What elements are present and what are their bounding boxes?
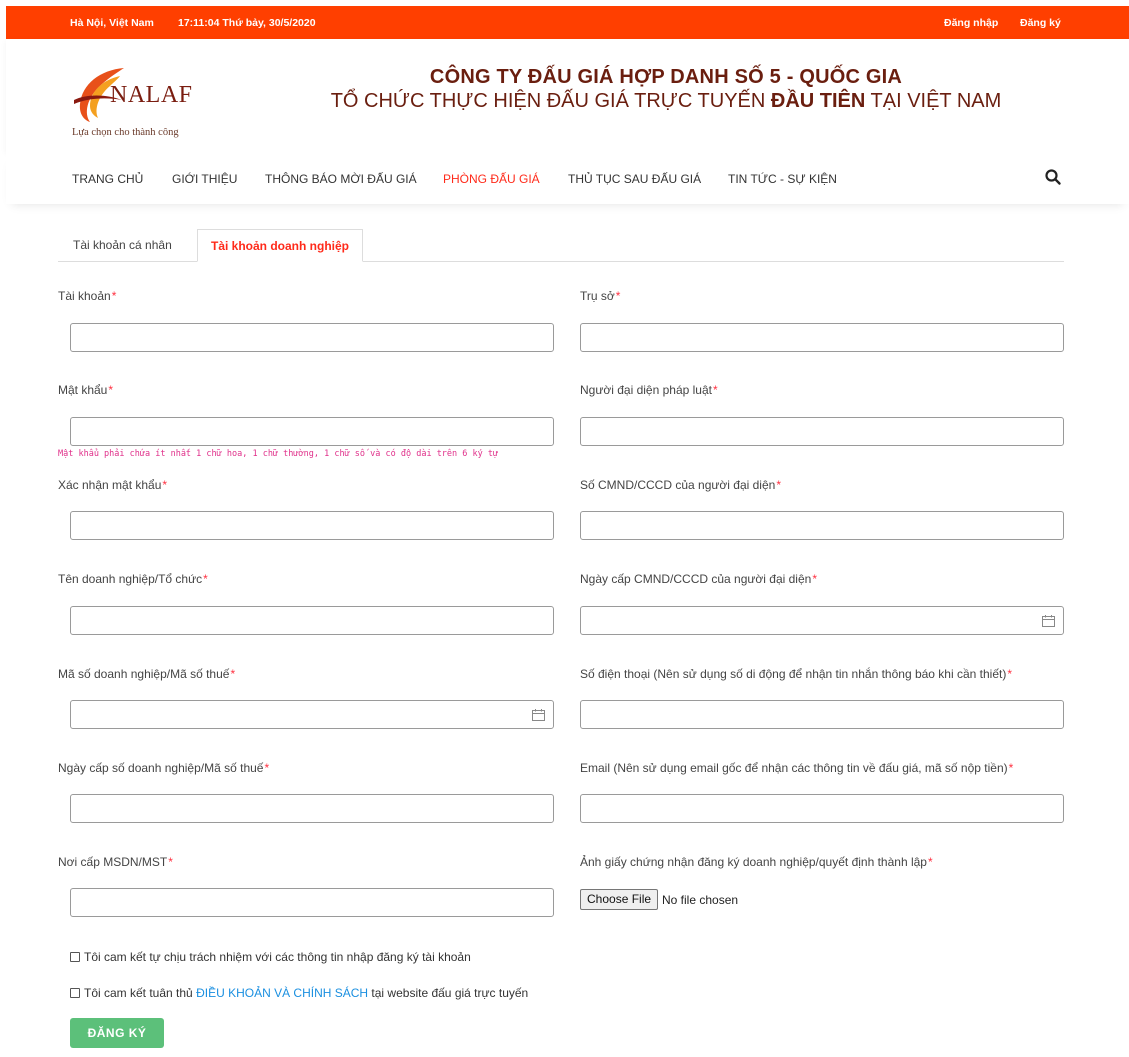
logo-text: NALAF <box>110 82 193 108</box>
terms-prefix: Tôi cam kết tuân thủ <box>84 986 197 1000</box>
tagline-prefix: TỔ CHỨC THỰC HIỆN ĐẤU GIÁ TRỰC TUYẾN <box>330 90 771 112</box>
choose-file-button[interactable]: Choose File <box>580 889 659 910</box>
main-nav: TRANG CHỦ GIỚI THIỆU THÔNG BÁO MỜI ĐẤU G… <box>6 152 1129 204</box>
nav-item-news[interactable]: TIN TỨC - SỰ KIỆN <box>728 172 837 186</box>
required-marker: * <box>812 572 817 586</box>
account-input[interactable] <box>70 323 554 352</box>
top-bar: Hà Nội, Việt Nam 17:11:04 Thứ bảy, 30/5/… <box>6 6 1129 39</box>
tax-code-date-label-text: Ngày cấp số doanh nghiệp/Mã số thuế <box>58 761 264 775</box>
email-label-text: Email (Nên sử dụng email gốc để nhận các… <box>580 761 1008 775</box>
location-text: Hà Nội, Việt Nam <box>70 17 154 29</box>
certificate-image-label: Ảnh giấy chứng nhận đăng ký doanh nghiệp… <box>580 855 933 869</box>
required-marker: * <box>264 761 270 775</box>
terms-link[interactable]: ĐIỀU KHOẢN VÀ CHÍNH SÁCH <box>196 986 368 1000</box>
email-label: Email (Nên sử dụng email gốc để nhận các… <box>580 761 1013 775</box>
logo-slogan: Lựa chọn cho thành công <box>72 127 179 138</box>
clock-text: 17:11:04 Thứ bảy, 30/5/2020 <box>178 17 316 29</box>
tax-code-date-input[interactable] <box>70 794 554 823</box>
terms-checkbox[interactable] <box>70 988 80 998</box>
company-name-label-text: Tên doanh nghiệp/Tổ chức <box>58 572 203 586</box>
tax-code-date-label: Ngày cấp số doanh nghiệp/Mã số thuế* <box>58 761 269 775</box>
calendar-icon[interactable] <box>1042 615 1055 627</box>
required-marker: * <box>1008 761 1014 775</box>
login-link[interactable]: Đăng nhập <box>944 17 998 29</box>
account-type-tabs: Tài khoản cá nhân Tài khoản doanh nghiệp <box>58 229 1064 262</box>
register-link[interactable]: Đăng ký <box>1020 17 1061 29</box>
commitment-checkbox-row[interactable]: Tôi cam kết tự chịu trách nhiệm với các … <box>70 950 471 964</box>
required-marker: * <box>776 478 781 492</box>
phone-label-text: Số điện thoại (Nên sử dụng số di động để… <box>580 667 1007 681</box>
required-marker: * <box>615 289 621 303</box>
legal-rep-input[interactable] <box>580 417 1064 446</box>
account-label-text: Tài khoản <box>58 289 111 303</box>
required-marker: * <box>927 855 933 869</box>
required-marker: * <box>162 478 168 492</box>
required-marker: * <box>1007 667 1013 681</box>
headquarters-label: Trụ sở* <box>580 289 620 303</box>
rep-id-date-label-text: Ngày cấp CMND/CCCD của người đại diện <box>580 572 812 586</box>
company-name: CÔNG TY ĐẤU GIÁ HỢP DANH SỐ 5 - QUỐC GIA <box>429 66 903 88</box>
email-input[interactable] <box>580 794 1064 823</box>
nav-item-home[interactable]: TRANG CHỦ <box>72 172 143 186</box>
account-label: Tài khoản* <box>58 289 116 303</box>
tab-personal-account[interactable]: Tài khoản cá nhân <box>73 229 172 262</box>
company-name-label: Tên doanh nghiệp/Tổ chức* <box>58 572 208 586</box>
tax-code-label-text: Mã số doanh nghiệp/Mã số thuế <box>58 667 230 681</box>
required-marker: * <box>713 383 718 397</box>
confirm-password-input[interactable] <box>70 511 554 540</box>
required-marker: * <box>230 667 236 681</box>
commitment-checkbox[interactable] <box>70 952 80 962</box>
password-input[interactable] <box>70 417 554 446</box>
certificate-image-label-text: Ảnh giấy chứng nhận đăng ký doanh nghiệp… <box>580 855 927 869</box>
headquarters-label-text: Trụ sở <box>580 289 615 303</box>
rep-id-date-input[interactable] <box>580 606 1064 635</box>
issue-place-label: Nơi cấp MSDN/MST* <box>58 855 173 869</box>
company-name-input[interactable] <box>70 606 554 635</box>
company-title: CÔNG TY ĐẤU GIÁ HỢP DANH SỐ 5 - QUỐC GIA… <box>286 66 1046 113</box>
calendar-icon[interactable] <box>532 709 545 721</box>
phone-label: Số điện thoại (Nên sử dụng số di động để… <box>580 667 1012 681</box>
logo[interactable]: NALAF Lựa chọn cho thành công <box>72 58 212 138</box>
required-marker: * <box>111 289 117 303</box>
tax-code-input[interactable] <box>70 700 554 729</box>
issue-place-label-text: Nơi cấp MSDN/MST <box>58 855 168 869</box>
rep-id-label-text: Số CMND/CCCD của người đại diện <box>580 478 776 492</box>
register-submit-button[interactable]: ĐĂNG KÝ <box>70 1018 164 1048</box>
headquarters-input[interactable] <box>580 323 1064 352</box>
search-icon[interactable] <box>1044 168 1062 186</box>
legal-rep-label-text: Người đại diện pháp luật <box>580 383 712 397</box>
tab-business-account[interactable]: Tài khoản doanh nghiệp <box>197 229 363 262</box>
nav-item-about[interactable]: GIỚI THIỆU <box>172 172 237 186</box>
password-hint: Mật khẩu phải chứa ít nhất 1 chữ hoa, 1 … <box>58 449 499 459</box>
tagline-suffix: TẠI VIỆT NAM <box>865 90 1002 112</box>
nav-item-post-auction[interactable]: THỦ TỤC SAU ĐẤU GIÁ <box>568 172 701 186</box>
password-label: Mật khẩu* <box>58 383 113 397</box>
terms-suffix: tại website đấu giá trực tuyến <box>368 986 529 1000</box>
confirm-password-label-text: Xác nhận mật khẩu <box>58 478 162 492</box>
file-status: No file chosen <box>662 893 739 907</box>
company-tagline: TỔ CHỨC THỰC HIỆN ĐẤU GIÁ TRỰC TUYẾN ĐẦU… <box>286 90 1046 113</box>
terms-checkbox-row[interactable]: Tôi cam kết tuân thủ ĐIỀU KHOẢN VÀ CHÍNH… <box>70 986 528 1000</box>
tax-code-label: Mã số doanh nghiệp/Mã số thuế* <box>58 667 235 681</box>
site-header: NALAF Lựa chọn cho thành công CÔNG TY ĐẤ… <box>6 39 1129 152</box>
required-marker: * <box>168 855 173 869</box>
issue-place-input[interactable] <box>70 888 554 917</box>
password-label-text: Mật khẩu <box>58 383 108 397</box>
rep-id-date-label: Ngày cấp CMND/CCCD của người đại diện* <box>580 572 817 586</box>
legal-rep-label: Người đại diện pháp luật* <box>580 383 718 397</box>
rep-id-input[interactable] <box>580 511 1064 540</box>
required-marker: * <box>108 383 114 397</box>
commitment-text: Tôi cam kết tự chịu trách nhiệm với các … <box>84 950 471 964</box>
rep-id-label: Số CMND/CCCD của người đại diện* <box>580 478 781 492</box>
page: Hà Nội, Việt Nam 17:11:04 Thứ bảy, 30/5/… <box>0 0 1129 1057</box>
tagline-bold: ĐẦU TIÊN <box>770 90 866 112</box>
required-marker: * <box>203 572 208 586</box>
nav-item-auction-notices[interactable]: THÔNG BÁO MỜI ĐẤU GIÁ <box>265 172 417 186</box>
confirm-password-label: Xác nhận mật khẩu* <box>58 478 167 492</box>
phone-input[interactable] <box>580 700 1064 729</box>
nav-item-auction-room[interactable]: PHÒNG ĐẤU GIÁ <box>443 172 540 186</box>
